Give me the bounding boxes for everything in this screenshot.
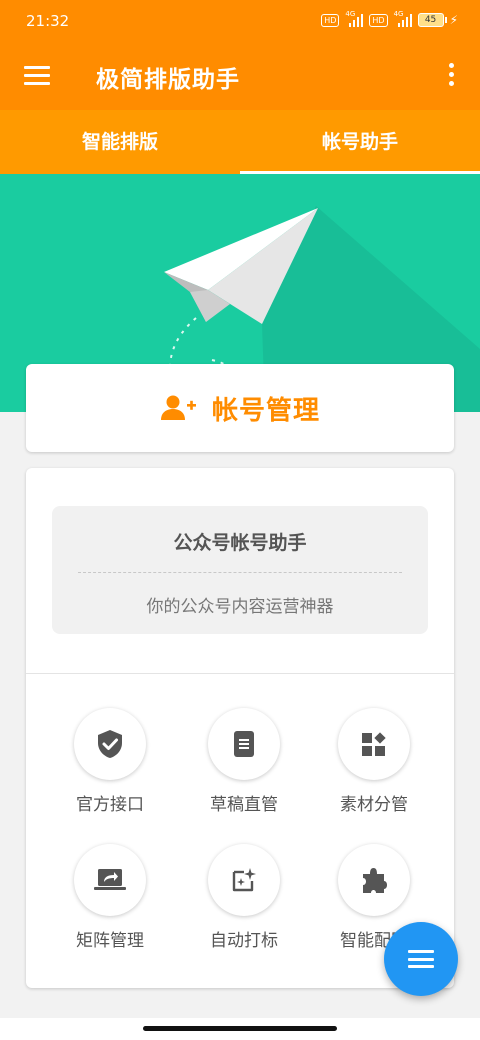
add-user-icon (160, 395, 196, 420)
status-icons: HD 4G HD 4G 45 ⚡ (321, 10, 458, 27)
feature-label: 素材分管 (340, 795, 408, 815)
menu-icon (408, 950, 434, 968)
intro-box: 公众号帐号助手 你的公众号内容运营神器 (52, 506, 428, 634)
feature-material-manage[interactable]: 素材分管 (304, 708, 444, 828)
fab-menu-button[interactable] (384, 922, 458, 996)
feature-label: 官方接口 (76, 795, 144, 815)
app-title: 极简排版助手 (96, 67, 240, 93)
feature-label: 自动打标 (210, 931, 278, 951)
feature-official-api[interactable]: 官方接口 (40, 708, 180, 828)
dashed-divider (78, 572, 402, 573)
network-type: 4G (393, 10, 404, 18)
app-bar: 极简排版助手 (0, 44, 480, 110)
tab-bar: 智能排版 帐号助手 (0, 110, 480, 174)
status-time: 21:32 (26, 12, 70, 30)
feature-draft-manage[interactable]: 草稿直管 (174, 708, 314, 828)
widgets-icon (362, 732, 386, 756)
divider (26, 673, 454, 674)
signal-icon: 4G (393, 10, 412, 27)
battery-icon: 45 (417, 13, 447, 27)
hd-badge: HD (321, 13, 340, 27)
navigation-bar (0, 1018, 480, 1040)
document-icon (234, 731, 254, 757)
feature-matrix-manage[interactable]: 矩阵管理 (40, 844, 180, 964)
status-bar: 21:32 HD 4G HD 4G 45 ⚡ (0, 0, 480, 44)
laptop-share-icon (94, 869, 126, 890)
more-vert-icon[interactable] (448, 62, 456, 88)
hd-badge: HD (369, 13, 388, 27)
feature-card: 公众号帐号助手 你的公众号内容运营神器 官方接口 草稿直管 素材分管 矩阵管理 … (26, 468, 454, 988)
tab-account-assistant[interactable]: 帐号助手 (240, 110, 480, 174)
intro-subtitle: 你的公众号内容运营神器 (146, 597, 334, 617)
feature-label: 草稿直管 (210, 795, 278, 815)
extension-icon (363, 868, 387, 893)
tab-smart-layout[interactable]: 智能排版 (0, 110, 240, 174)
network-type: 4G (345, 10, 356, 18)
account-management-title: 帐号管理 (211, 395, 320, 426)
home-indicator[interactable] (143, 1026, 337, 1031)
feature-auto-tag[interactable]: 自动打标 (174, 844, 314, 964)
charging-icon: ⚡ (449, 13, 458, 27)
auto-fix-icon (232, 868, 256, 892)
menu-icon[interactable] (24, 64, 50, 86)
account-management-card[interactable]: 帐号管理 (26, 364, 454, 452)
shield-check-icon (98, 730, 122, 758)
feature-label: 矩阵管理 (76, 931, 144, 951)
signal-icon: 4G (345, 10, 364, 27)
intro-title: 公众号帐号助手 (173, 532, 307, 554)
